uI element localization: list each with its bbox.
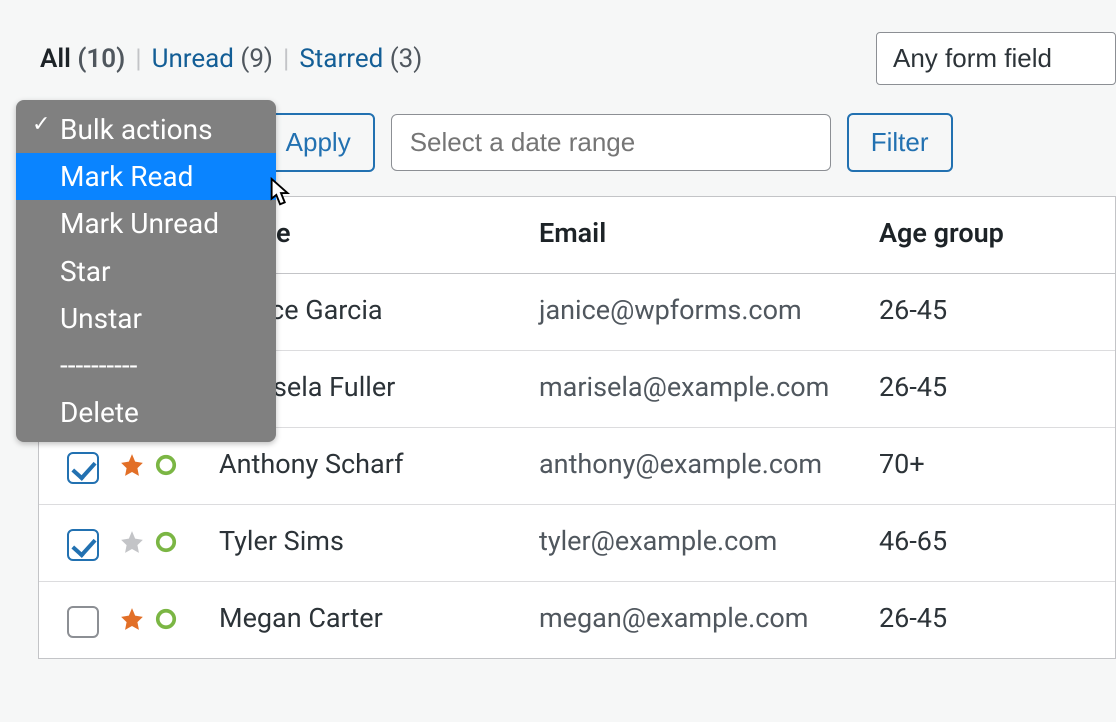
cell-email: janice@wpforms.com bbox=[539, 294, 879, 326]
cell-age: 70+ bbox=[879, 448, 1115, 480]
filter-starred[interactable]: Starred (3) bbox=[299, 44, 422, 74]
filter-all-label: All bbox=[40, 44, 71, 74]
dropdown-item-mark-unread[interactable]: Mark Unread bbox=[16, 200, 276, 247]
bulk-actions-dropdown: Bulk actions Mark Read Mark Unread Star … bbox=[16, 100, 276, 442]
dropdown-item-delete[interactable]: Delete bbox=[16, 389, 276, 436]
cell-age: 26-45 bbox=[879, 294, 1115, 326]
filter-button[interactable]: Filter bbox=[847, 113, 953, 172]
table-row: Tyler Sims tyler@example.com 46-65 bbox=[39, 505, 1115, 582]
unread-indicator-icon[interactable] bbox=[155, 531, 177, 553]
cell-email: megan@example.com bbox=[539, 602, 879, 634]
cell-age: 46-65 bbox=[879, 525, 1115, 557]
row-checkbox[interactable] bbox=[67, 606, 99, 638]
filter-starred-count: (3) bbox=[390, 44, 423, 74]
filter-unread[interactable]: Unread (9) bbox=[152, 44, 273, 74]
cell-email: tyler@example.com bbox=[539, 525, 879, 557]
star-icon[interactable] bbox=[119, 606, 145, 632]
filter-separator: | bbox=[135, 44, 141, 74]
column-header-email[interactable]: Email bbox=[539, 217, 879, 249]
filter-unread-label: Unread bbox=[152, 44, 234, 74]
dropdown-item-unstar[interactable]: Unstar bbox=[16, 295, 276, 342]
search-field-select[interactable] bbox=[876, 32, 1116, 85]
row-checkbox[interactable] bbox=[67, 452, 99, 484]
unread-indicator-icon[interactable] bbox=[155, 454, 177, 476]
date-range-input[interactable] bbox=[391, 114, 831, 171]
dropdown-item-bulk-actions[interactable]: Bulk actions bbox=[16, 106, 276, 153]
cell-age: 26-45 bbox=[879, 602, 1115, 634]
filter-all-count: (10) bbox=[77, 44, 125, 74]
dropdown-item-star[interactable]: Star bbox=[16, 248, 276, 295]
cell-email: marisela@example.com bbox=[539, 371, 879, 403]
cell-email: anthony@example.com bbox=[539, 448, 879, 480]
cell-age: 26-45 bbox=[879, 371, 1115, 403]
star-icon[interactable] bbox=[119, 529, 145, 555]
cell-name[interactable]: Tyler Sims bbox=[219, 525, 539, 557]
filter-unread-count: (9) bbox=[240, 44, 273, 74]
table-row: Megan Carter megan@example.com 26-45 bbox=[39, 582, 1115, 658]
column-header-age[interactable]: Age group bbox=[879, 217, 1115, 249]
cell-name[interactable]: Megan Carter bbox=[219, 602, 539, 634]
row-checkbox[interactable] bbox=[67, 529, 99, 561]
star-icon[interactable] bbox=[119, 452, 145, 478]
cursor-pointer-icon bbox=[266, 176, 296, 210]
filter-separator: | bbox=[283, 44, 289, 74]
filter-starred-label: Starred bbox=[299, 44, 383, 74]
filter-all[interactable]: All (10) bbox=[40, 44, 125, 74]
dropdown-item-mark-read[interactable]: Mark Read bbox=[16, 153, 276, 200]
unread-indicator-icon[interactable] bbox=[155, 608, 177, 630]
dropdown-separator: ---------- bbox=[16, 342, 276, 389]
cell-name[interactable]: Anthony Scharf bbox=[219, 448, 539, 480]
apply-button[interactable]: Apply bbox=[262, 113, 375, 172]
